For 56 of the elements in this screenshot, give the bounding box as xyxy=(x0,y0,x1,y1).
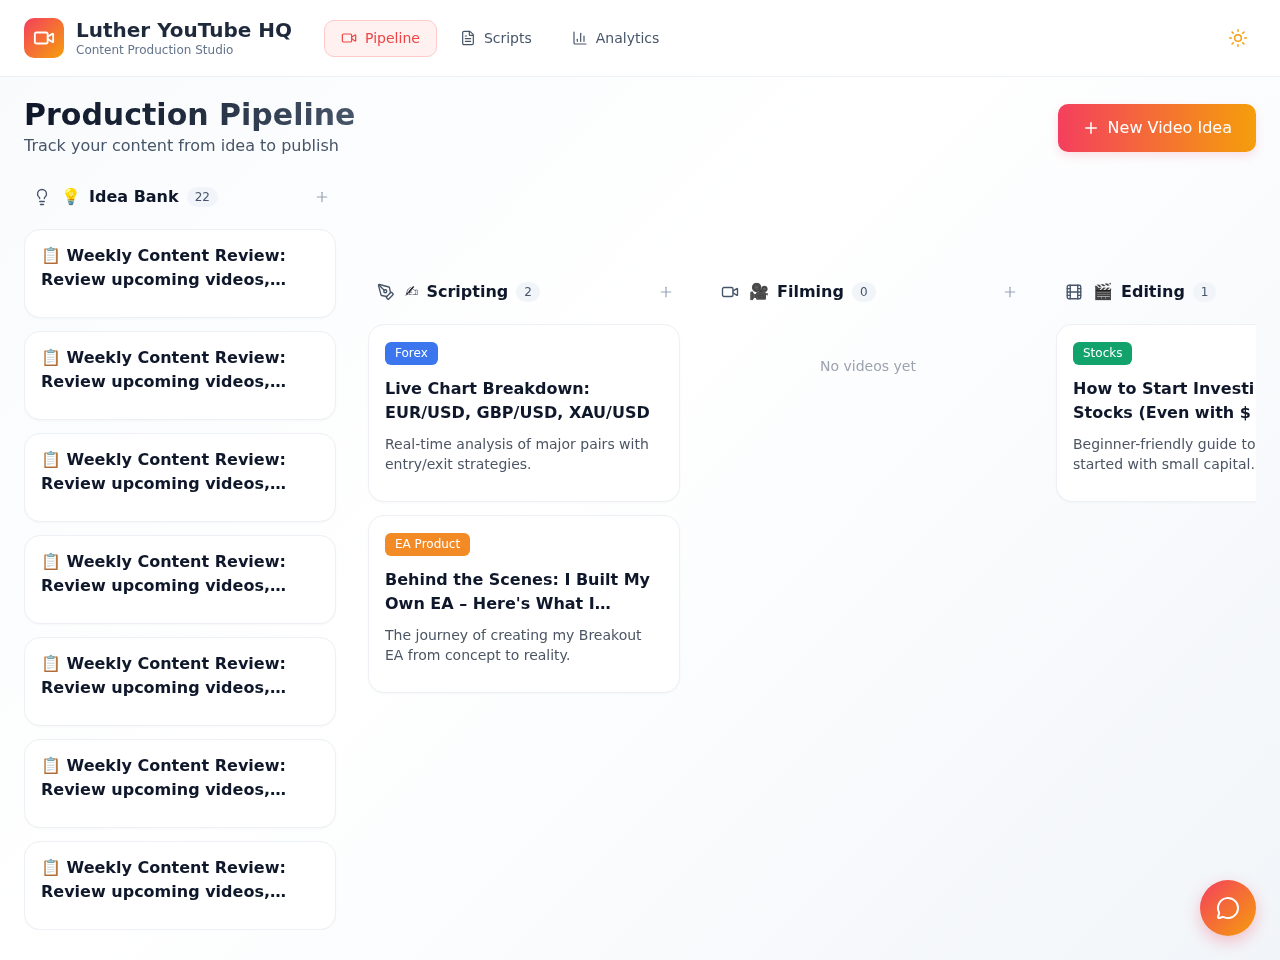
video-camera-icon xyxy=(341,30,358,46)
nav-tab[interactable]: Scripts xyxy=(442,19,549,57)
bar-chart-icon xyxy=(571,30,588,46)
card-description: Real-time analysis of major pairs with entry/exit strategies. xyxy=(385,435,650,474)
card-title: 📋 Weekly Content Review: Review upcoming videos,… xyxy=(41,857,287,903)
category-tag: Forex xyxy=(385,342,438,365)
card-count: 2 xyxy=(516,282,540,302)
column-title: Idea Bank xyxy=(89,187,179,207)
video-card[interactable]: 📋 Weekly Content Review: Review upcoming videos,… xyxy=(24,331,336,420)
card-title: 📋 Weekly Content Review: Review upcoming videos,… xyxy=(41,245,287,291)
lightbulb-emoji-icon: 💡 xyxy=(61,187,81,207)
chat-bubble-icon xyxy=(1216,896,1240,920)
video-card[interactable]: 📋 Weekly Content Review: Review upcoming videos,… xyxy=(24,637,336,726)
empty-state-text: No videos yet xyxy=(819,357,917,376)
video-card[interactable]: EA Product Behind the Scenes: I Built My Own EA – Here's What I… The journey of creating my Breakout EA from concept to reality. xyxy=(368,515,680,693)
app-title: Luther YouTube HQ xyxy=(76,18,293,42)
writing-hand-icon: ✍ xyxy=(405,282,419,302)
film-strip-icon xyxy=(1065,283,1083,301)
chat-button[interactable] xyxy=(1200,880,1256,936)
video-card[interactable]: 📋 Weekly Content Review: Review upcoming videos,… xyxy=(24,739,336,828)
card-description: The journey of creating my Breakout EA from concept to reality. xyxy=(385,626,643,665)
page-subtitle: Track your content from idea to publish xyxy=(24,135,339,157)
video-camera-logo-icon xyxy=(24,18,64,58)
pen-nib-icon xyxy=(377,283,395,301)
category-tag: EA Product xyxy=(385,533,471,556)
category-tag: Stocks xyxy=(1073,342,1133,365)
card-title: 📋 Weekly Content Review: Review upcoming videos,… xyxy=(41,449,287,495)
plus-icon xyxy=(1002,284,1018,300)
card-count: 1 xyxy=(1192,282,1217,302)
plus-icon xyxy=(314,189,330,205)
column-title: Scripting xyxy=(426,282,509,302)
card-title: 📋 Weekly Content Review: Review upcoming videos,… xyxy=(41,551,287,597)
video-card[interactable]: Stocks How to Start Investi Stocks (Even with $ Beginner-friendly guide to started with small capital. xyxy=(1056,324,1256,502)
plus-icon xyxy=(658,284,674,300)
card-title: Behind the Scenes: I Built My Own EA – Here's What I… xyxy=(385,569,652,615)
video-card[interactable]: 📋 Weekly Content Review: Review upcoming videos,… xyxy=(24,229,336,318)
video-card[interactable]: 📋 Weekly Content Review: Review upcoming videos,… xyxy=(24,841,336,930)
movie-camera-icon: 🎥 xyxy=(749,282,769,302)
card-title: 📋 Weekly Content Review: Review upcoming videos,… xyxy=(41,653,287,699)
document-icon xyxy=(459,30,476,46)
nav-tab[interactable]: Analytics xyxy=(554,19,677,57)
video-card[interactable]: Forex Live Chart Breakdown: EUR/USD, GBP/USD, XAU/USD Real-time analysis of major pairs with entry/exit strategies. xyxy=(368,324,680,502)
sun-icon xyxy=(1228,28,1248,48)
video-card[interactable]: 📋 Weekly Content Review: Review upcoming videos,… xyxy=(24,433,336,522)
column-title: Editing xyxy=(1121,282,1185,302)
card-title: 📋 Weekly Content Review: Review upcoming videos,… xyxy=(41,347,287,393)
card-title: Live Chart Breakdown: EUR/USD, GBP/USD, XAU/USD xyxy=(385,378,651,424)
card-count: 22 xyxy=(186,187,218,207)
card-description: Beginner-friendly guide to started with small capital. xyxy=(1073,435,1256,474)
card-count: 0 xyxy=(851,282,876,302)
card-title: How to Start Investi Stocks (Even with $ xyxy=(1073,378,1256,424)
card-title: 📋 Weekly Content Review: Review upcoming videos,… xyxy=(41,755,287,801)
column-title: Filming xyxy=(777,282,844,302)
app-subtitle: Content Production Studio xyxy=(76,42,235,58)
video-card[interactable]: 📋 Weekly Content Review: Review upcoming videos,… xyxy=(24,535,336,624)
clapper-board-icon: 🎬 xyxy=(1093,282,1113,302)
